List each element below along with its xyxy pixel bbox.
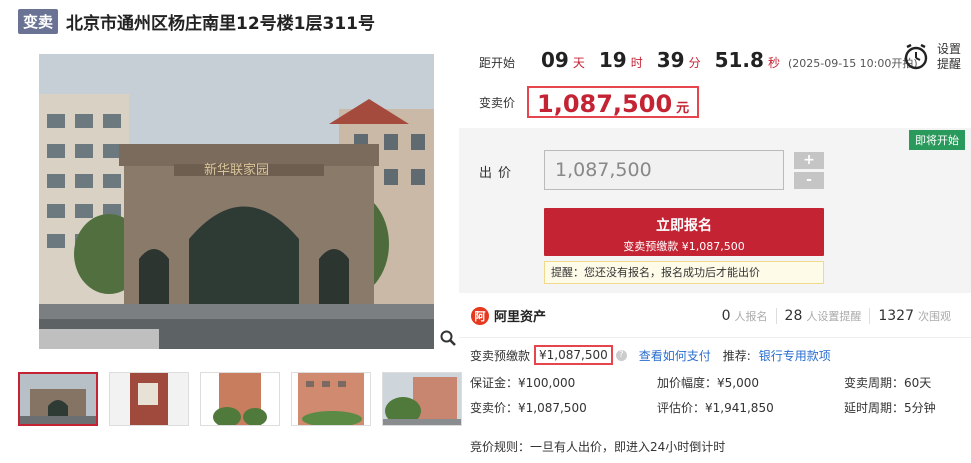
countdown-hours-unit: 时 — [630, 56, 643, 70]
page-title: 北京市通州区杨庄南里12号楼1层311号 — [66, 13, 375, 34]
brand-row: 阿 阿里资产 0 人报名 28 人设置提醒 1327 次围观 — [459, 296, 971, 338]
increment: 加价幅度：¥5,000 — [657, 376, 759, 390]
countdown-minutes-unit: 分 — [688, 56, 701, 70]
auction-details: 变卖预缴款 ¥1,087,500 ? 查看如何支付 推荐: 银行专用款项 保证金… — [470, 344, 970, 455]
recommend-label: 推荐: — [722, 348, 751, 363]
bid-rule: 竞价规则：一旦有人出价，即进入24小时倒计时 — [470, 440, 726, 454]
decrease-bid-button[interactable]: - — [794, 172, 824, 189]
countdown-seconds-unit: 秒 — [767, 56, 780, 70]
deposit-row: 变卖预缴款 ¥1,087,500 ? 查看如何支付 推荐: 银行专用款项 — [470, 344, 970, 366]
deposit-label: 变卖预缴款 — [470, 348, 531, 363]
main-photo[interactable]: 新华联家园 — [39, 54, 434, 349]
thumbnail-5[interactable] — [382, 372, 462, 426]
signup-notice: 提醒：您还没有报名，报名成功后才能出价 — [544, 261, 824, 284]
sale-price: 变卖价：¥1,087,500 — [470, 401, 587, 415]
auction-info-panel: 距开始 09 天 19 时 39 分 51.8 秒 (2025-09-15 10… — [459, 38, 971, 128]
svg-text:新华联家园: 新华联家园 — [204, 162, 269, 178]
zoom-button[interactable] — [436, 326, 460, 350]
appraisal: 评估价：¥1,941,850 — [657, 401, 774, 415]
start-time-note: (2025-09-15 10:00开拍) — [787, 57, 918, 70]
deposit-value: ¥1,087,500 — [534, 345, 613, 365]
gate-photo-illustration: 新华联家园 — [39, 54, 434, 349]
bid-label: 出价 — [479, 166, 518, 181]
thumbnail-2[interactable] — [109, 372, 189, 426]
how-to-pay-link[interactable]: 查看如何支付 — [639, 347, 711, 364]
countdown-hours: 19 — [598, 48, 627, 72]
stat-signups: 0 人报名 — [721, 308, 768, 324]
bid-panel: 即将开始 出价 1,087,500 + - 立即报名 变卖预缴款 ¥1,087,… — [459, 128, 971, 293]
reminder-line1: 设置 — [936, 42, 961, 56]
stat-reminders: 28 人设置提醒 — [775, 308, 870, 324]
price-box: 1,087,500 元 — [527, 86, 700, 118]
price-unit: 元 — [676, 101, 690, 116]
sale-period: 变卖周期：60天 — [844, 376, 932, 390]
extension-period: 延时周期：5分钟 — [844, 401, 936, 415]
price-label: 变卖价 — [479, 95, 516, 110]
alibaba-logo-icon: 阿 — [471, 306, 489, 325]
signup-button[interactable]: 立即报名 变卖预缴款 ¥1,087,500 — [544, 208, 824, 256]
countdown-days: 09 — [541, 48, 569, 72]
countdown-minutes: 39 — [656, 48, 685, 72]
brand: 阿 阿里资产 — [471, 306, 546, 325]
thumbnail-strip — [18, 372, 473, 426]
bid-stepper: + - — [794, 152, 824, 192]
set-reminder-button[interactable]: 设置 提醒 — [903, 42, 961, 72]
countdown: 距开始 09 天 19 时 39 分 51.8 秒 (2025-09-15 10… — [479, 48, 918, 72]
bid-input[interactable]: 1,087,500 — [544, 150, 784, 190]
price-value: 1,087,500 — [537, 90, 673, 118]
signup-button-label: 立即报名 — [656, 218, 712, 234]
alarm-clock-icon — [904, 43, 928, 70]
thumbnail-3[interactable] — [200, 372, 280, 426]
sale-type-badge: 变卖 — [18, 8, 59, 34]
countdown-days-unit: 天 — [572, 56, 585, 70]
title-bar: 变卖 北京市通州区杨庄南里12号楼1层311号 — [18, 8, 375, 34]
thumbnail-4[interactable] — [291, 372, 371, 426]
status-tag: 即将开始 — [909, 130, 965, 150]
signup-deposit-note: 变卖预缴款 ¥1,087,500 — [623, 240, 745, 253]
stats: 0 人报名 28 人设置提醒 1327 次围观 — [714, 308, 959, 324]
help-icon[interactable]: ? — [615, 349, 627, 361]
guarantee: 保证金：¥100,000 — [470, 376, 576, 390]
stat-views: 1327 次围观 — [869, 308, 959, 324]
thumbnail-1[interactable] — [18, 372, 98, 426]
magnifier-icon — [440, 330, 456, 346]
countdown-seconds: 51.8 — [714, 48, 764, 72]
increase-bid-button[interactable]: + — [794, 152, 824, 169]
details-grid: 保证金：¥100,000 加价幅度：¥5,000 变卖周期：60天 变卖价：¥1… — [470, 370, 970, 436]
price-row: 变卖价 1,087,500 元 — [479, 86, 700, 118]
countdown-label: 距开始 — [479, 56, 516, 70]
bank-payment-link[interactable]: 银行专用款项 — [759, 347, 831, 364]
reminder-line2: 提醒 — [936, 57, 961, 71]
brand-name: 阿里资产 — [494, 310, 547, 325]
